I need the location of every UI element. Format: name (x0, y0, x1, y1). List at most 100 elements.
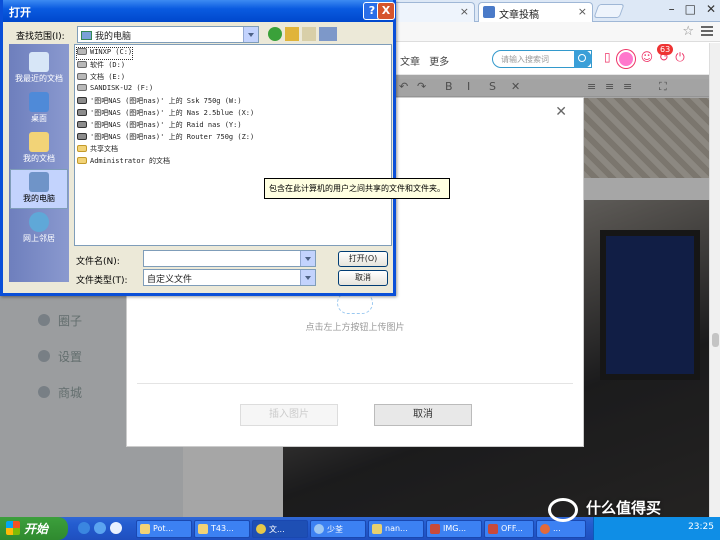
place-my-computer[interactable]: 我的电脑 (10, 169, 68, 209)
open-button[interactable]: 打开(O) (338, 251, 388, 267)
open-file-dialog: 打开 ? X 查找范围(I): 我的电脑 我最近的文档 桌面 我的文档 我的电脑… (0, 0, 396, 296)
taskbar-item[interactable]: IMG... (426, 520, 482, 538)
browser-menu-icon[interactable] (701, 26, 713, 36)
maximize-icon[interactable]: □ (685, 2, 696, 16)
page-scrollbar[interactable] (709, 43, 720, 527)
folder-icon (77, 157, 87, 164)
phone-icon[interactable]: ▯ (604, 50, 611, 68)
place-network[interactable]: 网上邻居 (10, 210, 68, 250)
list-item[interactable]: '图吧NAS (图吧nas)' 上的 Router 750g (Z:) (77, 132, 254, 143)
chevron-down-icon[interactable] (300, 270, 315, 285)
app-icon (372, 524, 382, 534)
task-label: Pot... (153, 524, 174, 533)
cancel-dialog-button[interactable]: 取消 (338, 270, 388, 286)
close-tab-icon[interactable]: × (578, 5, 587, 18)
watermark-text: 什么值得买 (586, 499, 662, 517)
view-menu-icon[interactable] (319, 27, 337, 41)
taskbar-item[interactable]: Pot... (136, 520, 192, 538)
image-viewer-icon (430, 524, 440, 534)
place-recent-documents[interactable]: 我最近的文档 (10, 50, 68, 90)
qq-icon (314, 524, 324, 534)
system-tray: 23:25 (593, 517, 720, 540)
nav-article-link[interactable]: 文章 (400, 57, 420, 68)
up-folder-icon[interactable] (285, 27, 299, 41)
new-folder-icon[interactable] (302, 27, 316, 41)
show-desktop-icon[interactable] (94, 522, 106, 534)
search-icon[interactable] (574, 50, 592, 68)
list-item[interactable]: 软件 (D:) (77, 60, 125, 71)
file-name: SANDISK-U2 (F:) (90, 84, 154, 92)
ie-icon[interactable] (78, 522, 90, 534)
computer-icon (81, 31, 92, 40)
filetype-label: 文件类型(T): (76, 276, 128, 286)
taskbar-item[interactable]: 少荃 (310, 520, 366, 538)
message-icon[interactable]: ☺ (641, 50, 654, 68)
taskbar-item[interactable]: 文... (252, 520, 308, 538)
file-name: WINXP (C:) (90, 48, 133, 56)
list-item[interactable]: '图吧NAS (图吧nas)' 上的 Ssk 750g (W:) (77, 96, 242, 107)
desktop-icon (29, 92, 49, 112)
list-item[interactable]: 文档 (E:) (77, 72, 125, 83)
file-name: '图吧NAS (图吧nas)' 上的 Ssk 750g (W:) (90, 97, 242, 105)
clock: 23:25 (688, 522, 714, 532)
place-label: 我的电脑 (23, 194, 55, 203)
close-tab-icon[interactable]: × (460, 5, 469, 18)
close-dialog-button[interactable]: X (377, 2, 395, 20)
task-label: ... (553, 524, 561, 533)
network-icon (29, 212, 49, 232)
file-name: '图吧NAS (图吧nas)' 上的 Router 750g (Z:) (90, 133, 255, 141)
file-list[interactable]: WINXP (C:) 软件 (D:) 文档 (E:) SANDISK-U2 (F… (74, 44, 392, 246)
notification-badge: 63 (657, 44, 674, 55)
upload-hint: 点击左上方按钮上传图片 (305, 323, 405, 333)
list-item[interactable]: '图吧NAS (图吧nas)' 上的 Nas 2.5blue (X:) (77, 108, 254, 119)
taskbar-item[interactable]: ... (536, 520, 586, 538)
close-icon[interactable]: ✕ (555, 104, 567, 120)
scrollbar-thumb[interactable] (712, 333, 719, 347)
cancel-button[interactable]: 取消 (374, 404, 472, 426)
hard-drive-icon (77, 48, 87, 55)
chevron-down-icon[interactable] (243, 27, 258, 42)
new-tab-button[interactable] (593, 4, 625, 18)
list-item[interactable]: WINXP (C:) (75, 47, 134, 60)
power-icon[interactable]: ⏻ (675, 50, 685, 68)
bookmark-star-icon[interactable]: ☆ (682, 24, 694, 39)
taskbar-item[interactable]: nan... (368, 520, 424, 538)
taskbar-item[interactable]: OFF... (484, 520, 534, 538)
app-icon (540, 524, 550, 534)
place-my-documents[interactable]: 我的文档 (10, 130, 68, 170)
look-in-select[interactable]: 我的电脑 (77, 26, 259, 43)
watermark-logo-icon (548, 498, 578, 522)
back-icon[interactable] (268, 27, 282, 41)
filetype-value: 自定义文件 (147, 275, 193, 285)
task-label: IMG... (443, 524, 467, 533)
list-item[interactable]: SANDISK-U2 (F:) (77, 84, 153, 95)
taskbar: 开始 Pot... T43... 文... 少荃 nan... IMG... O… (0, 517, 720, 540)
recent-documents-icon (29, 52, 49, 72)
window-controls: – □ ✕ (669, 2, 716, 16)
close-window-icon[interactable]: ✕ (706, 2, 716, 16)
list-item[interactable]: '图吧NAS (图吧nas)' 上的 Raid nas (Y:) (77, 120, 242, 131)
insert-image-button[interactable]: 插入图片 (240, 404, 338, 426)
filename-label: 文件名(N): (76, 257, 120, 267)
place-desktop[interactable]: 桌面 (10, 90, 68, 130)
site-nav: 文章 更多 (400, 53, 455, 68)
chevron-down-icon[interactable] (300, 251, 315, 266)
start-button[interactable]: 开始 (0, 517, 68, 540)
minimize-icon[interactable]: – (669, 2, 675, 16)
look-in-label: 查找范围(I): (16, 32, 65, 42)
document-icon (488, 524, 498, 534)
avatar[interactable] (616, 50, 635, 68)
tab-label: 文章投稿 (499, 10, 539, 21)
folder-icon (77, 145, 87, 152)
list-item[interactable]: 共享文档 (77, 144, 118, 155)
nav-more-link[interactable]: 更多 (429, 57, 449, 68)
network-drive-icon (77, 97, 87, 104)
filetype-select[interactable]: 自定义文件 (143, 269, 316, 286)
taskbar-item[interactable]: T43... (194, 520, 250, 538)
task-label: T43... (211, 524, 234, 533)
quicklaunch-star-icon[interactable] (110, 522, 122, 534)
network-drive-icon (77, 133, 87, 140)
filename-input[interactable] (143, 250, 316, 267)
list-item[interactable]: Administrator 的文档 (77, 156, 170, 167)
tab-article-submit[interactable]: 文章投稿 × (478, 2, 593, 22)
